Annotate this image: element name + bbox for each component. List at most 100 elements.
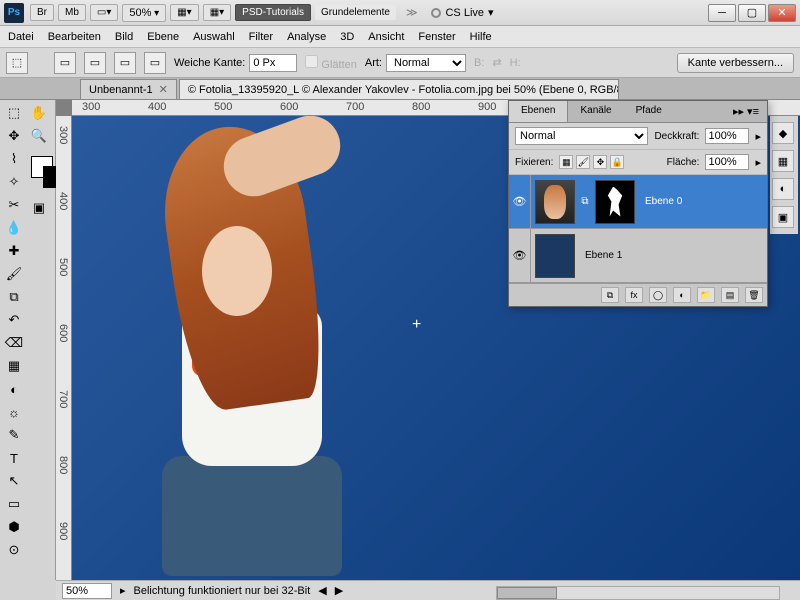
- menu-hilfe[interactable]: Hilfe: [470, 31, 492, 43]
- workspace-psdtutorials[interactable]: PSD-Tutorials: [235, 4, 311, 21]
- view-extras-button[interactable]: ▦▾: [170, 4, 198, 21]
- menu-datei[interactable]: Datei: [8, 31, 34, 43]
- crosshair-cursor: +: [412, 316, 421, 334]
- layer-name[interactable]: Ebene 1: [579, 250, 767, 261]
- mask-thumbnail[interactable]: [595, 180, 635, 224]
- selection-subtract[interactable]: ▭: [114, 52, 136, 74]
- mask-link-icon[interactable]: ⧉: [579, 196, 591, 207]
- layer-fx-icon[interactable]: fx: [625, 287, 643, 303]
- link-layers-icon[interactable]: ⧉: [601, 287, 619, 303]
- menu-3d[interactable]: 3D: [340, 31, 354, 43]
- minibridge-button[interactable]: Mb: [58, 4, 86, 21]
- 3d-camera-tool[interactable]: ⊙: [2, 539, 26, 561]
- close-button[interactable]: ✕: [768, 4, 796, 22]
- selection-add[interactable]: ▭: [84, 52, 106, 74]
- delete-layer-icon[interactable]: 🗑: [745, 287, 763, 303]
- refine-edge-button[interactable]: Kante verbessern...: [677, 53, 794, 73]
- panel-menu-icon[interactable]: ▸▸ ▾≡: [725, 101, 767, 122]
- fill-flyout-icon[interactable]: ▸: [755, 156, 761, 169]
- workspace-more[interactable]: ≫: [406, 6, 418, 19]
- masks-panel-icon[interactable]: ▣: [772, 206, 794, 228]
- mode-select[interactable]: Normal: [386, 54, 466, 72]
- path-select-tool[interactable]: ↖: [2, 470, 26, 492]
- color-panel-icon[interactable]: ◆: [772, 122, 794, 144]
- menu-analyse[interactable]: Analyse: [287, 31, 326, 43]
- stamp-tool[interactable]: ⧉: [2, 286, 26, 308]
- lock-position-icon[interactable]: ✥: [593, 155, 607, 169]
- tool-preset[interactable]: ⬚: [6, 52, 28, 74]
- menu-ansicht[interactable]: Ansicht: [368, 31, 404, 43]
- lock-all-icon[interactable]: 🔒: [610, 155, 624, 169]
- maximize-button[interactable]: ▢: [738, 4, 766, 22]
- lock-transparency-icon[interactable]: ▦: [559, 155, 573, 169]
- menu-filter[interactable]: Filter: [249, 31, 273, 43]
- layer-thumbnail[interactable]: [535, 180, 575, 224]
- marquee-tool[interactable]: ⬚: [2, 102, 26, 124]
- healing-tool[interactable]: ✚: [2, 240, 26, 262]
- status-flyout-icon[interactable]: ▸: [120, 584, 126, 597]
- opacity-flyout-icon[interactable]: ▸: [755, 130, 761, 143]
- new-layer-icon[interactable]: ▤: [721, 287, 739, 303]
- menu-bild[interactable]: Bild: [115, 31, 133, 43]
- layer-row[interactable]: 👁 Ebene 1: [509, 229, 767, 283]
- arrange-button[interactable]: ▦▾: [203, 4, 231, 21]
- layer-thumbnail[interactable]: [535, 234, 575, 278]
- selection-intersect[interactable]: ▭: [144, 52, 166, 74]
- screenmode-button[interactable]: ▭▾: [90, 4, 118, 21]
- lock-pixels-icon[interactable]: 🖌: [576, 155, 590, 169]
- layer-name[interactable]: Ebene 0: [639, 196, 767, 207]
- cslive-button[interactable]: CS Live ▾: [431, 6, 493, 19]
- menu-auswahl[interactable]: Auswahl: [193, 31, 235, 43]
- visibility-toggle[interactable]: 👁: [509, 229, 531, 282]
- workspace-grundelemente[interactable]: Grundelemente: [315, 5, 396, 20]
- horizontal-scrollbar[interactable]: [496, 586, 780, 600]
- group-icon[interactable]: 📁: [697, 287, 715, 303]
- status-nav-left[interactable]: ◀: [318, 584, 326, 597]
- 3d-tool[interactable]: ⬢: [2, 516, 26, 538]
- zoom-input[interactable]: [62, 583, 112, 599]
- status-bar: ▸ Belichtung funktioniert nur bei 32-Bit…: [56, 580, 800, 600]
- shape-tool[interactable]: ▭: [2, 493, 26, 515]
- layer-mask-icon[interactable]: ◯: [649, 287, 667, 303]
- visibility-toggle[interactable]: 👁: [509, 175, 531, 228]
- zoom-level[interactable]: 50% ▾: [122, 4, 166, 22]
- layer-row[interactable]: 👁 ⧉ Ebene 0: [509, 175, 767, 229]
- tab-kanaele[interactable]: Kanäle: [568, 101, 623, 122]
- tab-ebenen[interactable]: Ebenen: [509, 101, 568, 122]
- menu-fenster[interactable]: Fenster: [418, 31, 455, 43]
- opacity-input[interactable]: [705, 128, 749, 144]
- adjustments-panel-icon[interactable]: ◐: [772, 178, 794, 200]
- adjustment-layer-icon[interactable]: ◐: [673, 287, 691, 303]
- crop-tool[interactable]: ✂: [2, 194, 26, 216]
- tab-pfade[interactable]: Pfade: [624, 101, 674, 122]
- wand-tool[interactable]: ✧: [2, 171, 26, 193]
- move-tool[interactable]: ✥: [2, 125, 26, 147]
- swatches-panel-icon[interactable]: ▦: [772, 150, 794, 172]
- document-tab-2[interactable]: © Fotolia_13395920_L © Alexander Yakovle…: [179, 79, 619, 99]
- blend-mode-select[interactable]: Normal: [515, 127, 648, 145]
- selection-new[interactable]: ▭: [54, 52, 76, 74]
- minimize-button[interactable]: ─: [708, 4, 736, 22]
- brush-tool[interactable]: 🖌: [2, 263, 26, 285]
- menu-ebene[interactable]: Ebene: [147, 31, 179, 43]
- close-tab-icon[interactable]: ✕: [159, 83, 168, 96]
- document-tab-1[interactable]: Unbenannt-1✕: [80, 79, 177, 99]
- history-brush-tool[interactable]: ↶: [2, 309, 26, 331]
- eraser-tool[interactable]: ⌫: [2, 332, 26, 354]
- layers-panel: Ebenen Kanäle Pfade ▸▸ ▾≡ Normal Deckkra…: [508, 100, 768, 307]
- type-tool[interactable]: T: [2, 447, 26, 469]
- quickmask-toggle[interactable]: ▣: [27, 197, 51, 219]
- zoom-tool[interactable]: 🔍: [27, 125, 51, 147]
- hand-tool[interactable]: ✋: [27, 102, 51, 124]
- bridge-button[interactable]: Br: [30, 4, 54, 21]
- lasso-tool[interactable]: ⌇: [2, 148, 26, 170]
- eyedropper-tool[interactable]: 💧: [2, 217, 26, 239]
- feather-input[interactable]: [249, 54, 297, 72]
- blur-tool[interactable]: ◐: [2, 378, 26, 400]
- gradient-tool[interactable]: ▦: [2, 355, 26, 377]
- dodge-tool[interactable]: ☼: [2, 401, 26, 423]
- status-nav-right[interactable]: ▶: [335, 584, 343, 597]
- fill-input[interactable]: [705, 154, 749, 170]
- menu-bearbeiten[interactable]: Bearbeiten: [48, 31, 101, 43]
- pen-tool[interactable]: ✎: [2, 424, 26, 446]
